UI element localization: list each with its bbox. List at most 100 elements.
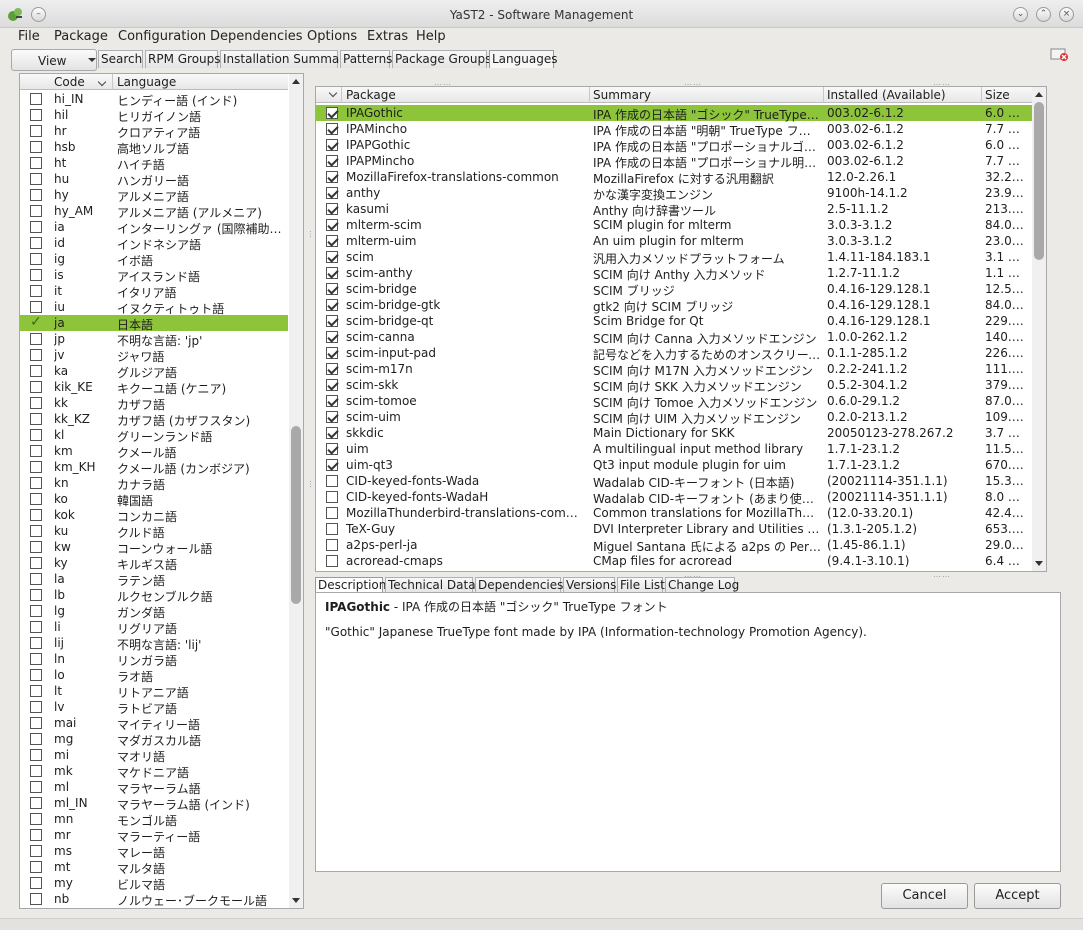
tab-package-groups[interactable]: Package Groups [392, 50, 491, 68]
language-checkbox[interactable] [30, 109, 42, 121]
language-row[interactable]: lij 不明な言語: 'lij' [20, 635, 288, 652]
language-checkbox[interactable] [30, 573, 42, 585]
package-row[interactable]: uim A multilingual input method library 1.… [316, 441, 1032, 457]
close-icon[interactable]: × [1059, 7, 1074, 22]
package-row[interactable]: anthyかな漢字変換エンジン9100h-14.1.223.9 MiB [316, 185, 1032, 202]
header-package[interactable]: Package [346, 88, 396, 102]
language-checkbox[interactable] [30, 237, 42, 249]
language-scroll-thumb[interactable] [291, 426, 301, 604]
package-checkbox[interactable] [326, 379, 338, 391]
language-row[interactable]: ml_IN マラヤーラム語 (インド) [20, 795, 288, 812]
package-checkbox[interactable] [326, 139, 338, 151]
package-checkbox[interactable] [326, 219, 338, 231]
package-checkbox[interactable] [326, 171, 338, 183]
language-checkbox[interactable] [30, 285, 42, 297]
language-checkbox[interactable] [30, 477, 42, 489]
accept-button[interactable]: Accept [974, 883, 1061, 909]
package-checkbox[interactable] [326, 411, 338, 423]
language-checkbox[interactable] [30, 221, 42, 233]
language-checkbox[interactable] [30, 509, 42, 521]
language-row[interactable]: kw コーンウォール語 [20, 539, 288, 556]
package-row[interactable]: IPAMincho IPA 作成の日本語 "明朝" TrueType フォント 00… [316, 121, 1032, 138]
language-row[interactable]: la ラテン語 [20, 571, 288, 588]
package-row[interactable]: CID-keyed-fonts-WadaH Wadalab CID-キーフォント … [316, 489, 1032, 506]
language-row[interactable]: hu ハンガリー語 [20, 171, 288, 188]
language-checkbox[interactable] [30, 765, 42, 777]
tab-installation-summary[interactable]: Installation Summary [220, 50, 351, 68]
language-row[interactable]: lg ガンダ語 [20, 603, 288, 620]
language-row[interactable]: ka グルジア語 [20, 363, 288, 380]
package-row[interactable]: scim-anthy SCIM 向け Anthy 入力メソッド 1.2.7-11.1… [316, 265, 1032, 282]
vertical-splitter-grip[interactable]: ⋯ [306, 230, 315, 239]
language-row[interactable]: id インドネシア語 [20, 235, 288, 252]
tab-file-list[interactable]: File List [617, 577, 665, 593]
language-checkbox[interactable] [30, 93, 42, 105]
language-row[interactable]: ku クルド語 [20, 523, 288, 540]
language-row[interactable]: hil ヒリガイノン語 [20, 107, 288, 124]
language-checkbox[interactable] [30, 157, 42, 169]
header-installed[interactable]: Installed (Available) [827, 88, 946, 102]
tab-dependencies[interactable]: Dependencies [475, 577, 563, 593]
package-row[interactable]: IPAPGothic IPA 作成の日本語 "プロポーショナルゴシ… 003.02-… [316, 137, 1032, 154]
package-checkbox[interactable] [326, 155, 338, 167]
menu-help[interactable]: Help [416, 29, 446, 44]
language-checkbox[interactable] [30, 861, 42, 873]
package-scrollbar[interactable] [1032, 87, 1046, 571]
tab-languages[interactable]: Languages [489, 50, 557, 68]
language-row[interactable]: lo ラオ語 [20, 667, 288, 684]
tab-patterns[interactable]: Patterns [340, 50, 392, 68]
splitter-grip[interactable]: ⋯⋯ [933, 572, 951, 581]
package-checkbox[interactable] [326, 491, 338, 503]
language-row[interactable]: nb ノルウェー･ブークモール語 [20, 891, 288, 908]
vertical-splitter-grip[interactable]: ⋯ [306, 480, 315, 489]
language-row[interactable]: ✓ ja 日本語 [20, 314, 288, 332]
package-row[interactable]: MozillaThunderbird-translations-common Co… [316, 505, 1032, 521]
language-row[interactable]: kl グリーンランド語 [20, 427, 288, 444]
scroll-down-icon[interactable] [1035, 561, 1043, 566]
package-checkbox[interactable] [326, 107, 338, 119]
language-checkbox[interactable] [30, 413, 42, 425]
package-checkbox[interactable] [326, 555, 338, 567]
scroll-down-icon[interactable] [292, 898, 300, 903]
language-checkbox[interactable] [30, 189, 42, 201]
language-checkbox[interactable] [30, 605, 42, 617]
package-checkbox[interactable] [326, 267, 338, 279]
language-row[interactable]: hy_AM アルメニア語 (アルメニア) [20, 203, 288, 220]
language-checkbox[interactable] [30, 493, 42, 505]
language-row[interactable]: li リグリア語 [20, 619, 288, 636]
package-row[interactable]: uim-qt3 Qt3 input module plugin for uim 1.… [316, 457, 1032, 473]
check-icon[interactable]: ✓ [30, 314, 42, 330]
language-row[interactable]: mt マルタ語 [20, 859, 288, 876]
package-row[interactable]: MozillaFirefox-translations-common Mozill… [316, 169, 1032, 186]
maximize-icon[interactable]: ⌃ [1036, 7, 1051, 22]
language-row[interactable]: km_KH クメール語 (カンボジア) [20, 459, 288, 476]
language-checkbox[interactable] [30, 253, 42, 265]
package-checkbox[interactable] [326, 427, 338, 439]
language-checkbox[interactable] [30, 125, 42, 137]
language-checkbox[interactable] [30, 461, 42, 473]
package-row[interactable]: CID-keyed-fonts-Wada Wadalab CID-キーフォント (… [316, 473, 1032, 490]
language-checkbox[interactable] [30, 877, 42, 889]
package-checkbox[interactable] [326, 523, 338, 535]
language-checkbox[interactable] [30, 525, 42, 537]
language-checkbox[interactable] [30, 893, 42, 905]
language-checkbox[interactable] [30, 749, 42, 761]
language-checkbox[interactable] [30, 349, 42, 361]
language-checkbox[interactable] [30, 445, 42, 457]
language-row[interactable]: lb ルクセンブルク語 [20, 587, 288, 604]
language-checkbox[interactable] [30, 829, 42, 841]
language-checkbox[interactable] [30, 333, 42, 345]
language-row[interactable]: km クメール語 [20, 443, 288, 460]
menu-options[interactable]: Options [307, 29, 357, 44]
package-row[interactable]: scim-bridge-qt Scim Bridge for Qt 0.4.16-1… [316, 313, 1032, 329]
package-row[interactable]: a2ps-perl-ja Miguel Santana 氏による a2ps の P… [316, 537, 1032, 554]
language-checkbox[interactable] [30, 557, 42, 569]
language-checkbox[interactable] [30, 141, 42, 153]
tab-versions[interactable]: Versions [563, 577, 616, 593]
language-row[interactable]: ia インターリングァ (国際補助語… [20, 219, 288, 236]
package-checkbox[interactable] [326, 283, 338, 295]
menu-package[interactable]: Package [54, 29, 108, 44]
package-checkbox[interactable] [326, 507, 338, 519]
language-row[interactable]: kik_KE キクーユ語 (ケニア) [20, 379, 288, 396]
package-checkbox[interactable] [326, 443, 338, 455]
